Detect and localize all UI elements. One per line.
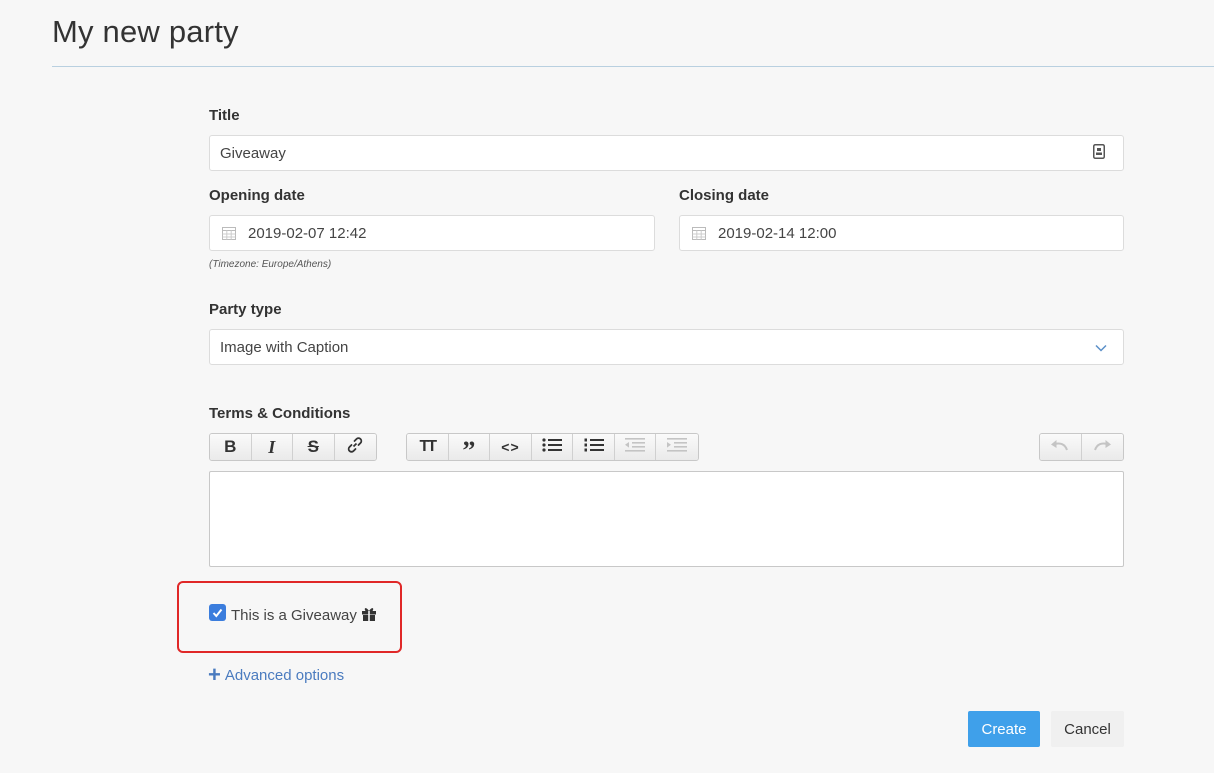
checkmark-icon (212, 608, 223, 618)
heading-icon: TT (419, 438, 437, 455)
calendar-icon (222, 226, 236, 240)
quote-icon: ” (462, 436, 476, 461)
undo-icon (1050, 438, 1070, 457)
opening-date-value: 2019-02-07 12:42 (248, 224, 367, 242)
link-icon (346, 436, 364, 459)
gift-icon (361, 606, 377, 625)
heading-button[interactable]: TT (407, 434, 449, 460)
title-input[interactable]: Giveaway (209, 135, 1124, 171)
indent-icon (667, 437, 688, 457)
bullet-list-button[interactable] (531, 434, 574, 460)
link-button[interactable] (334, 434, 376, 460)
quote-button[interactable]: ” (448, 434, 491, 461)
outdent-button[interactable] (614, 434, 657, 460)
code-button[interactable]: <> (490, 434, 532, 460)
advanced-options-link[interactable]: + Advanced options (208, 662, 345, 687)
redo-icon (1092, 438, 1112, 457)
page-title: My new party (52, 14, 239, 49)
create-button[interactable]: Create (968, 711, 1040, 747)
cancel-button[interactable]: Cancel (1051, 711, 1124, 747)
numbered-list-button[interactable] (573, 434, 615, 460)
bold-button[interactable]: B (210, 434, 252, 460)
title-label: Title (209, 107, 240, 124)
closing-date-input[interactable]: 2019-02-14 12:00 (679, 215, 1124, 251)
party-type-select[interactable]: Image with Caption (209, 329, 1124, 365)
title-divider (52, 66, 1214, 67)
undo-button[interactable] (1040, 434, 1082, 460)
giveaway-label[interactable]: This is a Giveaway (231, 606, 377, 625)
giveaway-label-text: This is a Giveaway (231, 607, 357, 624)
opening-date-label: Opening date (209, 187, 305, 204)
indent-button[interactable] (656, 434, 698, 460)
strikethrough-button[interactable]: S (293, 434, 335, 460)
italic-button[interactable]: I (251, 434, 293, 460)
giveaway-checkbox[interactable] (209, 604, 226, 621)
text-format-toolbar: B I S (209, 433, 377, 461)
calendar-icon (692, 226, 706, 240)
block-format-toolbar: TT ” <> (406, 433, 699, 461)
closing-date-label: Closing date (679, 187, 770, 204)
opening-date-input[interactable]: 2019-02-07 12:42 (209, 215, 655, 251)
title-input-value: Giveaway (220, 144, 286, 162)
history-toolbar (1039, 433, 1124, 461)
timezone-note: (Timezone: Europe/Athens) (209, 259, 332, 270)
plus-icon: + (208, 662, 221, 687)
bullet-list-icon (542, 437, 563, 458)
redo-button[interactable] (1081, 434, 1123, 460)
closing-date-value: 2019-02-14 12:00 (718, 224, 837, 242)
party-type-value: Image with Caption (220, 338, 349, 356)
page: My new party Title Giveaway Opening date (0, 0, 1214, 773)
outdent-icon (625, 437, 646, 457)
advanced-options-label: Advanced options (224, 666, 345, 684)
strikethrough-icon: S (307, 437, 319, 456)
bold-icon: B (224, 437, 237, 456)
terms-editor[interactable] (209, 471, 1124, 567)
id-card-icon[interactable] (1093, 143, 1105, 163)
italic-icon: I (268, 436, 276, 457)
numbered-list-icon (584, 437, 604, 458)
terms-label: Terms & Conditions (209, 405, 351, 422)
chevron-down-icon[interactable] (1095, 339, 1107, 356)
code-icon: <> (501, 439, 520, 455)
party-type-label: Party type (209, 301, 282, 318)
